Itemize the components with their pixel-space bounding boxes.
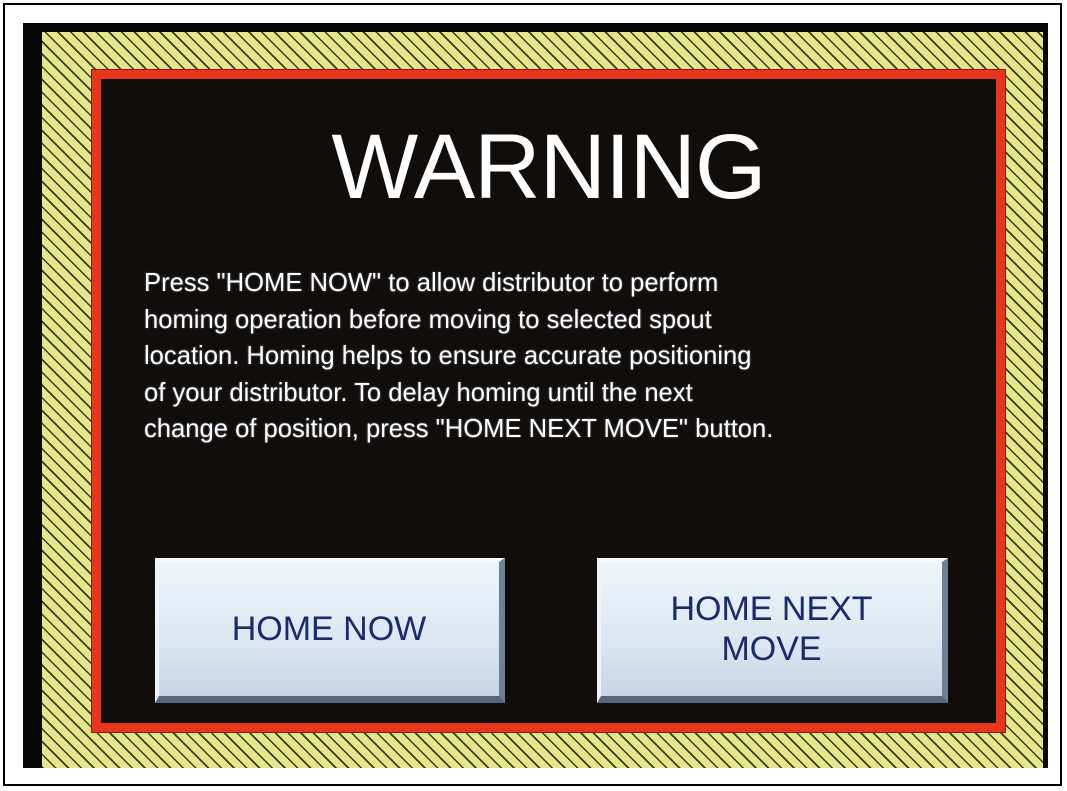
home-next-move-button[interactable]: HOME NEXT MOVE: [597, 558, 948, 703]
screenshot-frame: WARNING Press "HOME NOW" to allow distri…: [3, 3, 1062, 786]
home-now-label: HOME NOW: [231, 610, 427, 648]
warning-dialog: WARNING Press "HOME NOW" to allow distri…: [91, 69, 1006, 733]
home-now-button[interactable]: HOME NOW: [155, 558, 505, 703]
warning-message: Press "HOME NOW" to allow distributor to…: [144, 269, 774, 443]
warning-title: WARNING: [331, 116, 766, 218]
home-next-move-label: HOME NEXT MOVE: [670, 590, 873, 668]
